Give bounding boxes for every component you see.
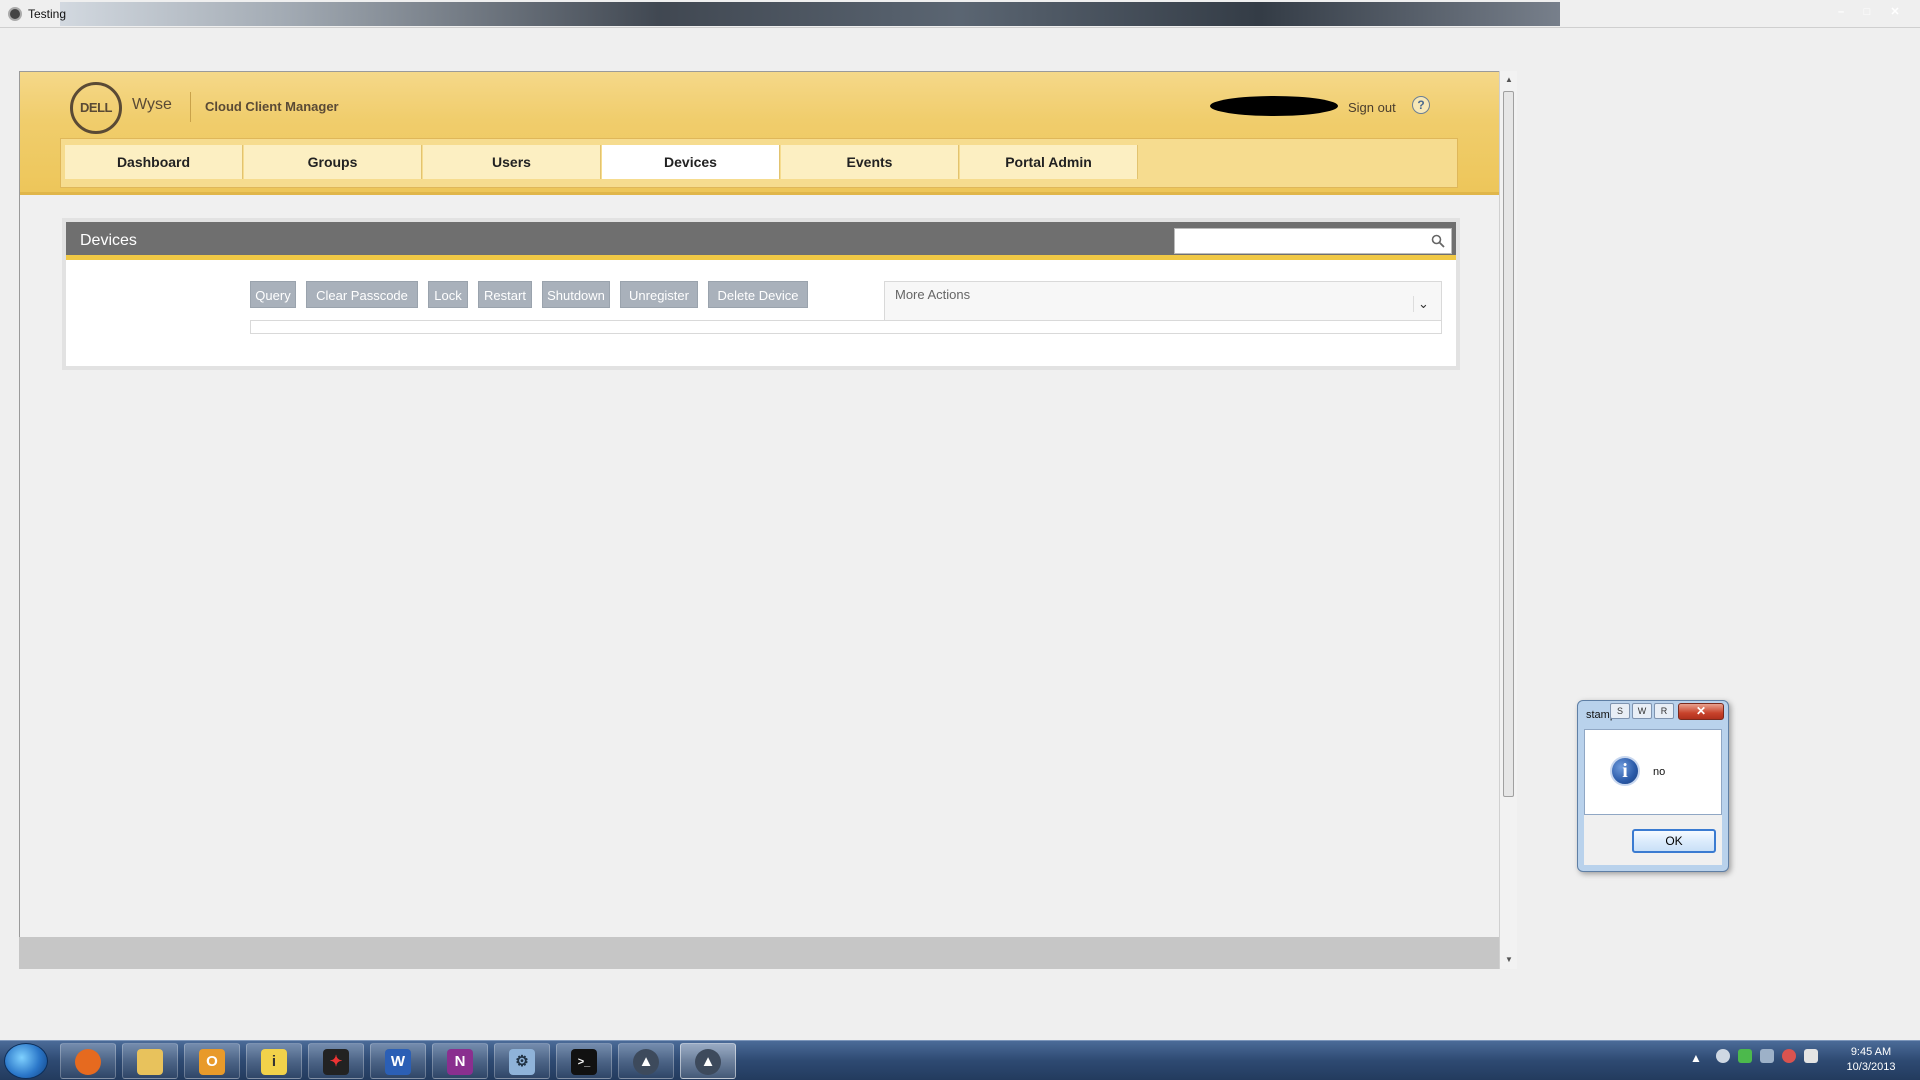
scroll-thumb[interactable] xyxy=(1503,91,1514,797)
clear-passcode-button[interactable]: Clear Passcode xyxy=(306,281,418,308)
title-bar-blurred-area xyxy=(60,2,1560,26)
dialog-s-button[interactable]: S xyxy=(1610,703,1630,719)
terminal-icon: >_ xyxy=(571,1049,597,1075)
tray-volume-icon[interactable] xyxy=(1782,1049,1796,1063)
dialog-r-button[interactable]: R xyxy=(1654,703,1674,719)
tray-overflow-icon[interactable]: ▲ xyxy=(1690,1051,1702,1065)
redacted-username xyxy=(1210,96,1338,116)
os-title-bar: Testing – □ ✕ xyxy=(0,0,1920,28)
panel-header: Devices xyxy=(66,222,1456,260)
minimize-button[interactable]: – xyxy=(1830,4,1852,20)
shutdown-button[interactable]: Shutdown xyxy=(542,281,610,308)
vertical-scrollbar[interactable]: ▲ ▼ xyxy=(1499,71,1517,969)
taskbar-citrix[interactable]: ▲ xyxy=(618,1043,674,1079)
main-nav: Dashboard Groups Users Devices Events Po… xyxy=(60,138,1458,188)
tab-portal-admin[interactable]: Portal Admin xyxy=(960,145,1138,179)
app-icon xyxy=(8,7,22,21)
header-divider xyxy=(190,92,191,122)
search-icon[interactable] xyxy=(1431,234,1445,248)
puzzle-icon: ✦ xyxy=(323,1049,349,1075)
query-button[interactable]: Query xyxy=(250,281,296,308)
taskbar-word[interactable]: W xyxy=(370,1043,426,1079)
taskbar-network[interactable]: ⚙ xyxy=(494,1043,550,1079)
taskbar-outlook[interactable]: O xyxy=(184,1043,240,1079)
sign-out-link[interactable]: Sign out xyxy=(1348,100,1396,115)
device-list-area xyxy=(250,320,1442,334)
dialog-w-button[interactable]: W xyxy=(1632,703,1652,719)
tray-network-icon[interactable] xyxy=(1760,1049,1774,1063)
maximize-button[interactable]: □ xyxy=(1856,4,1878,20)
dialog-close-button[interactable]: ✕ xyxy=(1678,703,1724,720)
word-icon: W xyxy=(385,1049,411,1075)
taskbar-clock[interactable]: 9:45 AM 10/3/2013 xyxy=(1838,1045,1904,1075)
help-icon[interactable]: ? xyxy=(1412,96,1430,114)
info-icon: i xyxy=(1610,756,1640,786)
panel-title: Devices xyxy=(80,232,137,249)
taskbar-app[interactable]: i xyxy=(246,1043,302,1079)
footer-bar xyxy=(19,937,1499,969)
start-button[interactable] xyxy=(4,1043,48,1079)
dialog-body: i no xyxy=(1584,729,1722,815)
tray-flag-icon[interactable] xyxy=(1804,1049,1818,1063)
taskbar-firefox[interactable] xyxy=(60,1043,116,1079)
firefox-icon xyxy=(75,1049,101,1075)
tab-dashboard[interactable]: Dashboard xyxy=(65,145,243,179)
product-name: Cloud Client Manager xyxy=(205,99,339,114)
more-actions-dropdown[interactable]: More Actions ⌄ xyxy=(884,281,1442,324)
delete-device-button[interactable]: Delete Device xyxy=(708,281,808,308)
clock-time: 9:45 AM xyxy=(1850,1046,1892,1058)
app-icon: i xyxy=(261,1049,287,1075)
app-header: DELL Wyse Cloud Client Manager Sign out … xyxy=(20,72,1499,195)
taskbar-citrix-active[interactable]: ▲ xyxy=(680,1043,736,1079)
taskbar-onenote[interactable]: N xyxy=(432,1043,488,1079)
scroll-down-icon[interactable]: ▼ xyxy=(1504,955,1514,964)
scroll-up-icon[interactable]: ▲ xyxy=(1504,75,1514,84)
taskbar-puzzle[interactable]: ✦ xyxy=(308,1043,364,1079)
lock-button[interactable]: Lock xyxy=(428,281,468,308)
tab-groups[interactable]: Groups xyxy=(244,145,422,179)
citrix-active-icon: ▲ xyxy=(695,1049,721,1075)
message-dialog: stamp S W R ✕ i no OK xyxy=(1577,700,1729,872)
clock-date: 10/3/2013 xyxy=(1846,1061,1896,1073)
tab-events[interactable]: Events xyxy=(781,145,959,179)
taskbar-folder[interactable] xyxy=(122,1043,178,1079)
window-title: Testing xyxy=(28,7,67,21)
dell-logo: DELL xyxy=(70,82,122,134)
dialog-footer: OK xyxy=(1584,815,1722,865)
taskbar: O i ✦ W N ⚙ >_ ▲ ▲ ▲ 9:45 AM 10/3/2013 xyxy=(0,1040,1920,1080)
search-input[interactable] xyxy=(1174,228,1452,254)
chevron-down-icon[interactable]: ⌄ xyxy=(1413,296,1433,312)
onenote-icon: N xyxy=(447,1049,473,1075)
dialog-message: no xyxy=(1653,766,1666,778)
unregister-button[interactable]: Unregister xyxy=(620,281,698,308)
tray-security-icon[interactable] xyxy=(1738,1049,1752,1063)
folder-icon xyxy=(137,1049,163,1075)
taskbar-terminal[interactable]: >_ xyxy=(556,1043,612,1079)
restart-button[interactable]: Restart xyxy=(478,281,532,308)
brand-name: Wyse xyxy=(132,96,172,113)
tab-users[interactable]: Users xyxy=(423,145,601,179)
tab-devices[interactable]: Devices xyxy=(602,145,780,179)
network-icon: ⚙ xyxy=(509,1049,535,1075)
citrix-icon: ▲ xyxy=(633,1049,659,1075)
tray-citrix-icon[interactable] xyxy=(1716,1049,1730,1063)
browser-frame xyxy=(19,71,1517,969)
ok-button[interactable]: OK xyxy=(1632,829,1716,853)
outlook-icon: O xyxy=(199,1049,225,1075)
more-actions-label: More Actions xyxy=(895,287,971,302)
close-window-button[interactable]: ✕ xyxy=(1884,4,1906,20)
devices-panel: Devices Query Clear Passcode Lock Restar… xyxy=(62,218,1460,370)
